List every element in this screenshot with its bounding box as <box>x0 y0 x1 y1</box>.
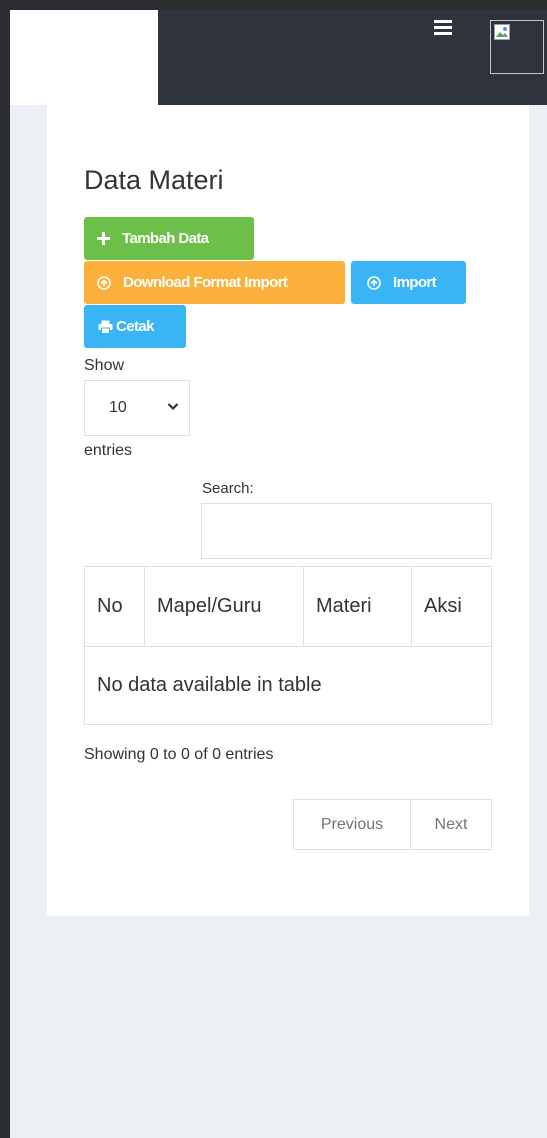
download-format-import-label: Download Format Import <box>123 274 288 291</box>
brand-logo-area[interactable] <box>10 10 158 105</box>
page-title: Data Materi <box>84 165 224 195</box>
window-top-border <box>0 0 547 10</box>
chevron-down-icon <box>167 403 179 411</box>
entries-per-page-select[interactable]: 10 <box>84 380 190 436</box>
column-header-no[interactable]: No <box>84 566 145 647</box>
empty-table-message: No data available in table <box>84 646 492 725</box>
column-header-aksi[interactable]: Aksi <box>411 566 492 647</box>
pagination: Previous Next <box>293 799 492 850</box>
entries-per-page-value: 10 <box>109 399 127 416</box>
column-header-mapel-guru[interactable]: Mapel/Guru <box>144 566 304 647</box>
data-table: No Mapel/Guru Materi Aksi No data availa… <box>84 566 492 725</box>
cetak-button[interactable]: Cetak <box>84 305 186 348</box>
search-label: Search: <box>202 480 254 497</box>
top-navbar <box>10 10 547 105</box>
column-header-materi[interactable]: Materi <box>303 566 412 647</box>
plus-icon <box>97 232 110 245</box>
hamburger-icon[interactable] <box>434 20 452 36</box>
cetak-label: Cetak <box>116 318 154 335</box>
show-label: Show <box>84 357 125 374</box>
previous-page-button[interactable]: Previous <box>293 799 411 850</box>
app-frame: Data Materi Tambah Data Download Format … <box>0 0 547 1138</box>
user-avatar[interactable] <box>490 20 544 74</box>
download-format-import-button[interactable]: Download Format Import <box>84 261 345 304</box>
tambah-data-label: Tambah Data <box>122 230 209 247</box>
search-input[interactable] <box>201 503 492 559</box>
table-row: No data available in table <box>84 646 492 725</box>
import-label: Import <box>393 274 437 291</box>
table-header-row: No Mapel/Guru Materi Aksi <box>84 566 492 647</box>
arrow-circle-icon <box>367 275 381 290</box>
broken-image-icon <box>494 24 510 40</box>
entries-label: entries <box>84 442 133 459</box>
tambah-data-button[interactable]: Tambah Data <box>84 217 254 260</box>
content-card: Data Materi Tambah Data Download Format … <box>47 105 529 916</box>
next-page-button[interactable]: Next <box>410 799 492 850</box>
import-button[interactable]: Import <box>351 261 466 304</box>
arrow-circle-icon <box>97 275 111 290</box>
window-left-border <box>0 0 10 1138</box>
print-icon <box>98 320 113 334</box>
table-info: Showing 0 to 0 of 0 entries <box>84 746 274 763</box>
